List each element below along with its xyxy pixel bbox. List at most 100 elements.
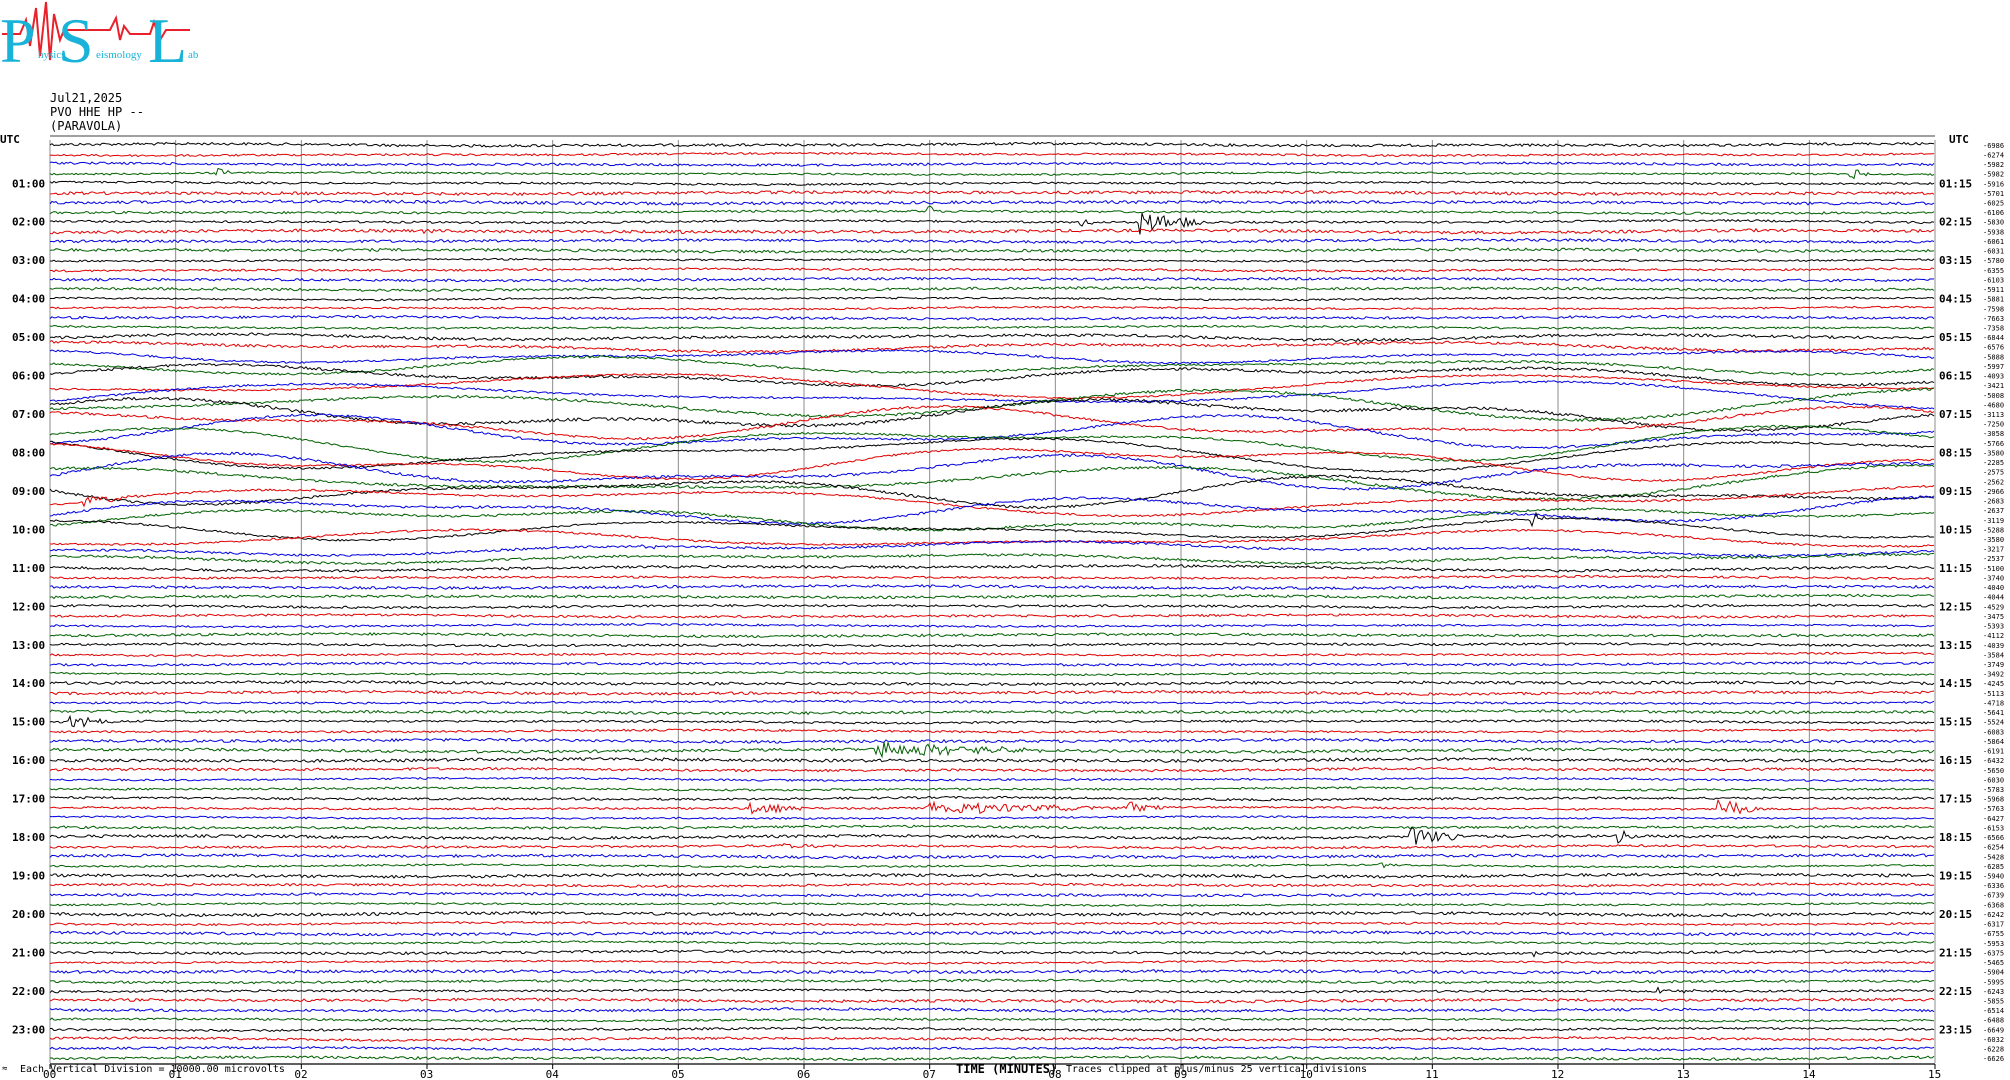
right-hour-label: 22:15 <box>1939 985 1972 998</box>
trace-row-75 <box>49 862 1935 869</box>
trace-offset-label: -6566 <box>1983 834 2004 842</box>
trace-offset-label: -7663 <box>1983 315 2004 323</box>
trace-row-89 <box>49 997 1935 1004</box>
trace-offset-label: -3740 <box>1983 574 2004 582</box>
left-hour-label: 12:00 <box>12 600 45 613</box>
left-axis-header: UTC <box>0 133 20 146</box>
trace-row-95 <box>49 1055 1935 1061</box>
right-hour-label: 04:15 <box>1939 293 1972 306</box>
x-tick-label: 02 <box>294 1068 307 1080</box>
trace-row-1 <box>49 151 1935 158</box>
trace-offset-label: -5783 <box>1983 786 2004 794</box>
right-hour-label: 02:15 <box>1939 216 1972 229</box>
trace-row-69 <box>49 798 1935 815</box>
trace-offset-label: -2285 <box>1983 459 2004 467</box>
trace-offset-label: -5982 <box>1983 161 2004 169</box>
trace-row-0 <box>49 141 1935 148</box>
right-hour-label: 16:15 <box>1939 754 1972 767</box>
left-hour-label: 22:00 <box>12 985 45 998</box>
trace-row-70 <box>49 815 1934 820</box>
left-hour-label: 23:00 <box>12 1023 45 1036</box>
trace-offset-label: -5916 <box>1983 180 2004 188</box>
right-hour-label: 15:15 <box>1939 716 1972 729</box>
trace-offset-label: -6514 <box>1983 1007 2004 1015</box>
trace-offset-label: -4529 <box>1983 603 2004 611</box>
trace-offset-label: -6427 <box>1983 815 2004 823</box>
right-hour-label: 19:15 <box>1939 870 1972 883</box>
x-tick-label: 12 <box>1551 1068 1564 1080</box>
trace-offset-label: -4039 <box>1983 642 2004 650</box>
trace-offset-label: -6032 <box>1983 1036 2004 1044</box>
trace-row-16 <box>50 296 1935 302</box>
trace-row-56 <box>49 680 1935 687</box>
trace-offset-label: -6375 <box>1983 949 2004 957</box>
trace-row-93 <box>49 1036 1935 1042</box>
trace-offset-label: -4245 <box>1983 680 2004 688</box>
trace-offset-label: -5830 <box>1983 219 2004 227</box>
trace-row-67 <box>49 786 1935 792</box>
trace-offset-label: -3119 <box>1983 517 2004 525</box>
left-hour-label: 18:00 <box>12 831 45 844</box>
trace-offset-label: -7598 <box>1983 305 2004 313</box>
trace-offset-label: -6285 <box>1983 863 2004 871</box>
trace-offset-label: -6368 <box>1983 901 2004 909</box>
trace-row-31 <box>49 424 1935 463</box>
footer-corner-mark: ≈ <box>2 1064 8 1074</box>
trace-offset-label: -2966 <box>1983 488 2004 496</box>
trace-row-71 <box>49 824 1935 831</box>
trace-offset-label: -5288 <box>1983 526 2004 534</box>
right-hour-label: 12:15 <box>1939 600 1972 613</box>
right-hour-label: 21:15 <box>1939 946 1972 959</box>
trace-offset-label: -5008 <box>1983 392 2004 400</box>
trace-offset-label: -5953 <box>1983 940 2004 948</box>
trace-row-58 <box>49 699 1935 705</box>
trace-row-22 <box>49 349 1935 365</box>
trace-offset-label: -5393 <box>1983 623 2004 631</box>
trace-offset-label: -6649 <box>1983 1026 2004 1034</box>
right-hour-label: 09:15 <box>1939 485 1972 498</box>
trace-row-84 <box>49 949 1935 958</box>
trace-row-49 <box>49 613 1935 619</box>
x-tick-label: 11 <box>1425 1068 1438 1080</box>
trace-row-32 <box>49 437 1935 473</box>
trace-row-94 <box>49 1045 1935 1052</box>
left-hour-label: 06:00 <box>12 370 45 383</box>
trace-offset-label: -5428 <box>1983 853 2004 861</box>
trace-row-10 <box>49 237 1935 245</box>
trace-offset-label: -3475 <box>1983 613 2004 621</box>
trace-row-15 <box>49 286 1935 293</box>
footer-division-note: Each Vertical Division = 10000.00 microv… <box>20 1064 285 1075</box>
trace-offset-label: -6153 <box>1983 824 2004 832</box>
trace-offset-label: -5641 <box>1983 709 2004 717</box>
trace-offset-label: -3580 <box>1983 449 2004 457</box>
traces <box>49 141 1935 1061</box>
trace-row-48 <box>50 603 1935 610</box>
trace-offset-label: -7358 <box>1983 324 2004 332</box>
trace-row-17 <box>49 305 1935 311</box>
trace-row-12 <box>49 257 1935 263</box>
trace-row-40 <box>49 511 1935 542</box>
trace-offset-label: -6739 <box>1983 892 2004 900</box>
trace-row-62 <box>49 737 1935 744</box>
trace-row-42 <box>49 539 1935 558</box>
trace-offset-label: -2562 <box>1983 478 2004 486</box>
left-hour-label: 03:00 <box>12 254 45 267</box>
trace-offset-label: -6254 <box>1983 844 2004 852</box>
right-hour-label: 17:15 <box>1939 793 1972 806</box>
left-hour-label: 11:00 <box>12 562 45 575</box>
trace-offset-label: -7250 <box>1983 421 2004 429</box>
trace-row-34 <box>49 451 1935 491</box>
left-hour-label: 04:00 <box>12 293 45 306</box>
trace-offset-label: -3421 <box>1983 382 2004 390</box>
trace-row-54 <box>49 660 1935 667</box>
trace-offset-label: -5650 <box>1983 767 2004 775</box>
trace-row-81 <box>49 920 1935 927</box>
trace-offset-label: -4680 <box>1983 401 2004 409</box>
trace-row-55 <box>49 670 1935 677</box>
trace-offset-label: -6986 <box>1983 142 2004 150</box>
right-hour-label: 05:15 <box>1939 331 1972 344</box>
trace-offset-label: -5982 <box>1983 171 2004 179</box>
trace-row-37 <box>49 484 1935 518</box>
trace-offset-label: -5465 <box>1983 959 2004 967</box>
trace-row-86 <box>49 968 1935 975</box>
